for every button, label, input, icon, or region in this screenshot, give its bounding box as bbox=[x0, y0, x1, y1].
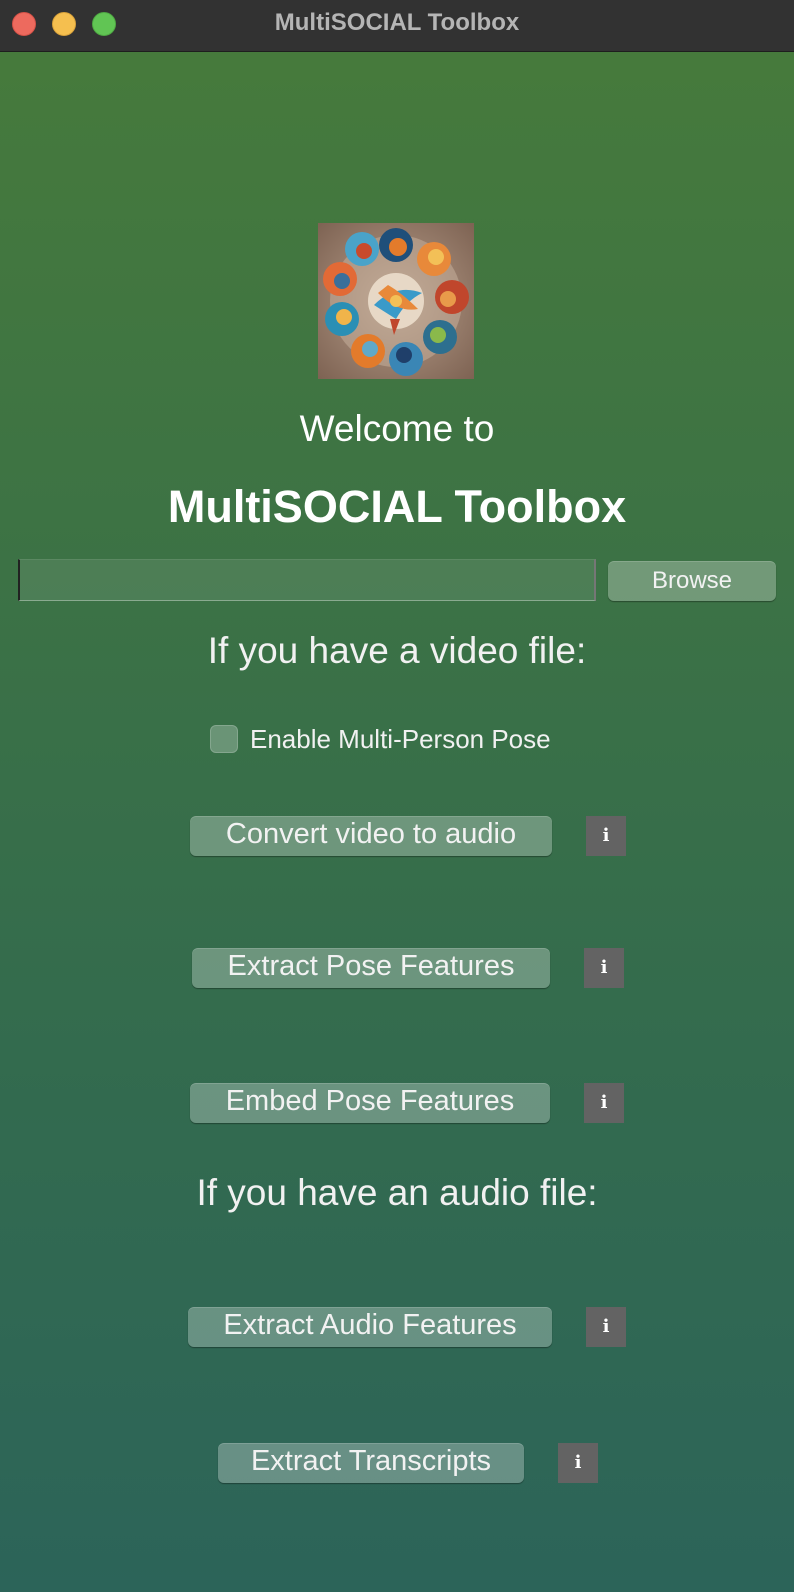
embed-pose-features-button[interactable]: Embed Pose Features bbox=[190, 1083, 550, 1123]
extract-audio-features-button[interactable]: Extract Audio Features bbox=[188, 1307, 552, 1347]
extract-audio-info-icon[interactable]: i bbox=[586, 1307, 626, 1347]
hands-circle-logo-icon bbox=[318, 223, 474, 379]
convert-video-info-icon[interactable]: i bbox=[586, 816, 626, 856]
multi-person-pose-label: Enable Multi-Person Pose bbox=[250, 724, 551, 754]
extract-transcripts-button[interactable]: Extract Transcripts bbox=[218, 1443, 524, 1483]
file-path-input[interactable] bbox=[18, 559, 596, 601]
window-title: MultiSOCIAL Toolbox bbox=[274, 9, 520, 36]
convert-video-to-audio-button[interactable]: Convert video to audio bbox=[190, 816, 552, 856]
app-window: MultiSOCIAL Toolbox Welcome to MultiSOCI… bbox=[0, 0, 794, 1592]
extract-pose-info-icon[interactable]: i bbox=[584, 948, 624, 988]
embed-pose-info-icon[interactable]: i bbox=[584, 1083, 624, 1123]
app-name-heading: MultiSOCIAL Toolbox bbox=[167, 481, 627, 532]
title-bar: MultiSOCIAL Toolbox bbox=[0, 0, 794, 52]
welcome-text: Welcome to bbox=[299, 408, 495, 449]
extract-transcripts-info-icon[interactable]: i bbox=[558, 1443, 598, 1483]
video-section-heading: If you have a video file: bbox=[207, 630, 587, 671]
audio-section-heading: If you have an audio file: bbox=[196, 1172, 598, 1213]
browse-button[interactable]: Browse bbox=[608, 561, 776, 601]
main-content: Welcome to MultiSOCIAL Toolbox Browse If… bbox=[0, 52, 794, 1592]
multi-person-pose-checkbox[interactable] bbox=[210, 725, 238, 753]
extract-pose-features-button[interactable]: Extract Pose Features bbox=[192, 948, 550, 988]
